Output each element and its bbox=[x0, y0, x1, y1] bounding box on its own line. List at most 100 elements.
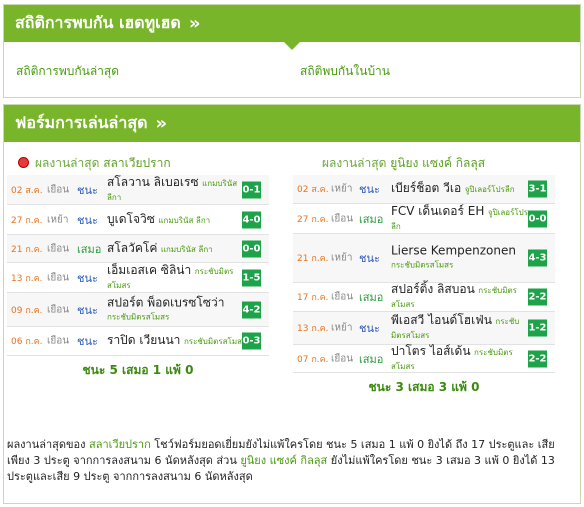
match-result: เสมอ bbox=[359, 212, 384, 226]
match-venue: เยือน bbox=[331, 353, 354, 364]
recent-label: ผลงานล่าสุด bbox=[35, 156, 100, 170]
match-result: ชนะ bbox=[77, 303, 98, 317]
opponent-name[interactable]: ราปิด เวียนนา bbox=[107, 333, 180, 347]
form-row[interactable]: 27 ก.ค. เหย้า ชนะ บูเดโจวิซ แกมบรินัส ลีกา 4… bbox=[7, 205, 269, 235]
opponent-block: ราปิด เวียนนา กระชับมิตรสโมสร bbox=[107, 334, 247, 348]
h2h-sublinks: สถิติการพบกันล่าสุด สถิติพบกันในบ้าน bbox=[4, 62, 580, 82]
h2h-panel: สถิติการพบกัน เฮดทูเฮด » สถิติการพบกันล่… bbox=[3, 4, 581, 98]
match-venue: เหย้า bbox=[331, 183, 353, 195]
match-date: 27 ก.ค. bbox=[297, 214, 329, 225]
match-result: เสมอ bbox=[359, 352, 384, 366]
match-date: 06 ก.ค. bbox=[11, 337, 43, 347]
competition-name: กระชับมิตรสโมสร bbox=[183, 337, 247, 346]
match-venue: เยือน bbox=[47, 184, 70, 195]
match-result: ชนะ bbox=[77, 213, 98, 227]
opponent-block: Lierse Kempenzonen กระชับมิตรสโมสร bbox=[391, 244, 531, 272]
form-row[interactable]: 17 ก.ค. เยือน เสมอ สปอร์ติ้ง ลิสบอน กระชับม… bbox=[293, 283, 555, 312]
h2h-header[interactable]: สถิติการพบกัน เฮดทูเฮด » bbox=[4, 5, 580, 42]
opponent-name[interactable]: FCV เด็นเดอร์ EH bbox=[391, 204, 484, 218]
match-result: ชนะ bbox=[77, 335, 98, 348]
link-home-h2h[interactable]: สถิติพบกันในบ้าน bbox=[300, 62, 390, 81]
competition-name: กระชับมิตรสโมสร bbox=[107, 312, 170, 321]
opponent-name[interactable]: เอ็มเอสเค ซิลิน่า bbox=[107, 263, 191, 277]
competition-name: แกมบรินัส ลีกา bbox=[160, 244, 213, 254]
opponent-name[interactable]: เบียร์ช็อต วีเอ bbox=[391, 181, 461, 195]
form-title: ฟอร์มการเล่นล่าสุด bbox=[15, 113, 148, 132]
opponent-name[interactable]: สโลวาน ลิเบอเรซ bbox=[107, 175, 199, 189]
match-date: 09 ก.ค. bbox=[11, 305, 43, 316]
score-badge[interactable]: 1-2 bbox=[528, 319, 547, 337]
score-badge[interactable]: 4-0 bbox=[242, 211, 261, 228]
left-team-name[interactable]: สลาเวียปราก bbox=[103, 156, 170, 170]
opponent-name[interactable]: สปอร์ต พ็อดเบรซโซว่า bbox=[107, 295, 225, 309]
match-venue: เหย้า bbox=[47, 214, 69, 225]
opponent-name[interactable]: Lierse Kempenzonen bbox=[391, 244, 516, 258]
match-date: 07 ก.ค. bbox=[297, 354, 329, 365]
match-date: 02 ส.ค. bbox=[297, 185, 329, 195]
opponent-block: เบียร์ช็อต วีเอ จูปิเลอร์โปรลีก bbox=[391, 182, 531, 196]
score-badge[interactable]: 4-3 bbox=[528, 249, 547, 267]
active-tab-pointer bbox=[283, 41, 301, 50]
match-venue: เยือน bbox=[331, 213, 354, 224]
match-date: 27 ก.ค. bbox=[11, 215, 43, 226]
match-date: 17 ก.ค. bbox=[297, 293, 329, 303]
form-summary: ชนะ 5 เสมอ 1 แพ้ 0 bbox=[82, 363, 194, 377]
match-venue: เหย้า bbox=[331, 322, 353, 334]
match-result: ชนะ bbox=[359, 183, 380, 196]
score-badge[interactable]: 0-1 bbox=[242, 181, 261, 198]
form-row[interactable]: 21 ก.ค. เยือน เสมอ สโลวัคโค่ แกมบรินัส ลีกา… bbox=[7, 235, 269, 263]
form-row[interactable]: 02 ส.ค. เหย้า ชนะ เบียร์ช็อต วีเอ จูปิเลอร์… bbox=[293, 175, 555, 204]
opponent-block: FCV เด็นเดอร์ EH จูปิเลอร์โปรลีก bbox=[391, 204, 531, 233]
score-badge[interactable]: 0-3 bbox=[242, 332, 261, 350]
form-panel: ฟอร์มการเล่นล่าสุด » ผลงานล่าสุด สลาเวีย… bbox=[3, 104, 581, 504]
match-date: 13 ก.ค. bbox=[297, 324, 329, 334]
score-badge[interactable]: 0-0 bbox=[528, 210, 547, 227]
match-venue: เยือน bbox=[47, 335, 70, 347]
narrative-team2-link[interactable]: ยูนิยง แซงค์ กิลลุส bbox=[240, 454, 327, 467]
score-badge[interactable]: 3-1 bbox=[528, 180, 547, 198]
score-badge[interactable]: 2-2 bbox=[528, 350, 547, 367]
opponent-block: สปอร์ต พ็อดเบรซโซว่า กระชับมิตรสโมสร bbox=[107, 296, 247, 323]
match-result: ชนะ bbox=[77, 183, 98, 197]
narrative-team1-link[interactable]: สลาเวียปราก bbox=[89, 438, 151, 451]
competition-name: กระชับมิตรสโมสร bbox=[391, 260, 454, 270]
form-row[interactable]: 06 ก.ค. เยือน ชนะ ราปิด เวียนนา กระชับมิตรส… bbox=[7, 327, 269, 356]
opponent-block: บูเดโจวิซ แกมบรินัส ลีกา bbox=[107, 212, 247, 227]
form-row[interactable]: 13 ก.ค. เยือน ชนะ เอ็มเอสเค ซิลิน่า กระชับม… bbox=[7, 263, 269, 293]
right-team-title: ผลงานล่าสุด ยูนิยง แซงค์ กิลลุส bbox=[322, 154, 485, 173]
match-result: ชนะ bbox=[359, 252, 380, 265]
opponent-name[interactable]: สปอร์ติ้ง ลิสบอน bbox=[391, 282, 475, 296]
right-form-list: 02 ส.ค. เหย้า ชนะ เบียร์ช็อต วีเอ จูปิเลอร์… bbox=[293, 175, 555, 401]
match-venue: เหย้า bbox=[331, 252, 353, 264]
opponent-block: ปาโตร ไอส์เด้น กระชับมิตรสโมสร bbox=[391, 344, 531, 373]
right-team-name[interactable]: ยูนิยง แซงค์ กิลลุส bbox=[390, 156, 485, 170]
h2h-title: สถิติการพบกัน เฮดทูเฮด bbox=[15, 13, 181, 32]
form-header[interactable]: ฟอร์มการเล่นล่าสุด » bbox=[4, 105, 580, 142]
form-row[interactable]: 13 ก.ค. เหย้า ชนะ พีเอสวี ไอนด์โฮเฟ่น กระชั… bbox=[293, 312, 555, 345]
competition-name: แกมบรินัส ลีกา bbox=[158, 215, 211, 225]
form-row[interactable]: 02 ส.ค. เยือน ชนะ สโลวาน ลิเบอเรซ แกมบรินัส… bbox=[7, 175, 269, 205]
narrative-text-1: ผลงานล่าสุดของ bbox=[7, 438, 90, 451]
match-date: 21 ก.ค. bbox=[297, 254, 329, 264]
match-date: 02 ส.ค. bbox=[11, 185, 43, 196]
score-badge[interactable]: 1-5 bbox=[242, 269, 261, 286]
score-badge[interactable]: 0-0 bbox=[242, 240, 261, 257]
form-row[interactable]: 09 ก.ค. เยือน ชนะ สปอร์ต พ็อดเบรซโซว่า กระช… bbox=[7, 293, 269, 327]
form-summary: ชนะ 3 เสมอ 3 แพ้ 0 bbox=[368, 380, 480, 394]
recent-label: ผลงานล่าสุด bbox=[322, 156, 387, 170]
opponent-name[interactable]: ปาโตร ไอส์เด้น bbox=[391, 344, 471, 358]
form-row[interactable]: 27 ก.ค. เยือน เสมอ FCV เด็นเดอร์ EH จูปิเลอ… bbox=[293, 204, 555, 234]
score-badge[interactable]: 4-2 bbox=[242, 301, 261, 318]
link-recent-h2h[interactable]: สถิติการพบกันล่าสุด bbox=[16, 62, 119, 81]
team-crest-icon bbox=[18, 157, 29, 168]
match-venue: เยือน bbox=[47, 304, 70, 315]
match-venue: เยือน bbox=[331, 291, 354, 303]
opponent-block: พีเอสวี ไอนด์โฮเฟ่น กระชับมิตรสโมสร bbox=[391, 314, 531, 342]
opponent-name[interactable]: สโลวัคโค่ bbox=[107, 241, 157, 255]
score-badge[interactable]: 2-2 bbox=[528, 288, 547, 306]
opponent-name[interactable]: พีเอสวี ไอนด์โฮเฟ่น bbox=[391, 313, 492, 327]
opponent-name[interactable]: บูเดโจวิซ bbox=[107, 212, 155, 226]
form-row[interactable]: 07 ก.ค. เยือน เสมอ ปาโตร ไอส์เด้น กระชับมิต… bbox=[293, 344, 555, 373]
chevron-right-icon: » bbox=[188, 13, 201, 34]
form-row[interactable]: 21 ก.ค. เหย้า ชนะ Lierse Kempenzonen กระชับ… bbox=[293, 234, 555, 283]
